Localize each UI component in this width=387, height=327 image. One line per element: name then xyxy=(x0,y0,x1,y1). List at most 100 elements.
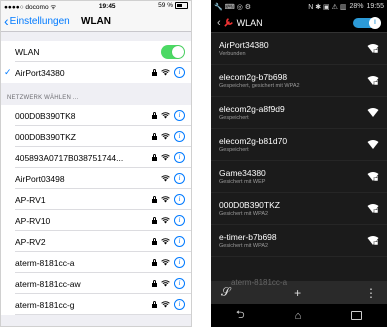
android-wifi-screen: 🔧 ⌨ ◎ ⚙ N ✱ ▣ ⚠ ▥ 28% 19:55 ‹ WLAN I Air… xyxy=(211,0,387,327)
info-icon[interactable]: i xyxy=(174,110,185,121)
lock-icon xyxy=(152,132,157,140)
notification-icons: 🔧 ⌨ ◎ ⚙ xyxy=(214,3,252,11)
network-list: AirPort34380 Verbunden elecom2g-b7b698 Gesp… xyxy=(211,33,387,257)
nav-home-icon[interactable]: ⌂ xyxy=(295,310,302,322)
battery-indicator: 59 % xyxy=(158,2,188,10)
lock-icon xyxy=(152,300,157,308)
network-name: aterm-8181cc-a xyxy=(15,257,75,268)
info-icon[interactable]: i xyxy=(174,278,185,289)
wifi-icon xyxy=(367,140,379,149)
network-row[interactable]: AP-RV2 i xyxy=(1,231,191,252)
network-name: aterm-8181cc-g xyxy=(15,299,75,310)
system-icons: N ✱ ▣ ⚠ ▥ 28% 19:55 xyxy=(308,3,384,11)
connected-network-row[interactable]: ✓ AirPort34380 i xyxy=(1,62,191,83)
wifi-icon xyxy=(161,280,170,287)
ios-navigation-bar: ‹ Einstellungen WLAN xyxy=(1,11,191,32)
page-title: WLAN xyxy=(236,17,263,28)
info-icon[interactable]: i xyxy=(174,257,185,268)
network-name: AirPort03498 xyxy=(15,173,65,184)
wifi-locked-icon xyxy=(367,204,379,214)
android-navigation-bar: ⮌ ⌂ xyxy=(211,304,387,327)
network-row[interactable]: AP-RV10 i xyxy=(1,210,191,231)
wifi-icon xyxy=(161,112,170,119)
network-row[interactable]: AirPort03498 i xyxy=(1,168,191,189)
network-item[interactable]: 000D0B390TKZ Gesichert mit WPA2 xyxy=(211,193,387,225)
network-name: 405893A0717B038751744... xyxy=(15,152,124,163)
wifi-icon xyxy=(161,238,170,245)
wifi-icon xyxy=(161,301,170,308)
network-item[interactable]: e-timer-b7b698 Gesichert mit WPA2 xyxy=(211,225,387,257)
wifi-locked-icon xyxy=(367,236,379,246)
network-list: 000D0B390TK8 i 000D0B390TKZ i 405893A0717B03… xyxy=(1,105,191,315)
back-button-label: Einstellungen xyxy=(9,15,70,27)
network-item[interactable]: Game34380 Gesichert mit WEP xyxy=(211,161,387,193)
network-item[interactable]: elecom2g-b81d70 Gespeichert xyxy=(211,129,387,161)
nav-back-icon[interactable]: ⮌ xyxy=(236,306,245,325)
network-row[interactable]: AP-RV1 i xyxy=(1,189,191,210)
page-title: WLAN xyxy=(81,15,111,27)
network-name: AP-RV2 xyxy=(15,236,46,247)
wlan-toggle-switch[interactable] xyxy=(161,44,185,59)
lock-icon xyxy=(152,237,157,245)
carrier-label: ●●●●○ docomo ᯤ xyxy=(4,3,57,11)
wifi-icon xyxy=(161,217,170,224)
info-icon[interactable]: i xyxy=(174,236,185,247)
wps-icon[interactable]: 𝒮 xyxy=(221,285,230,300)
network-status: Gespeichert xyxy=(219,115,249,121)
network-status: Gesichert mit WPA2 xyxy=(219,211,269,217)
network-name: elecom2g-b81d70 xyxy=(219,136,288,146)
back-chevron-icon[interactable]: ‹ xyxy=(217,17,221,29)
status-time: 19:55 xyxy=(366,3,384,10)
lock-icon xyxy=(152,279,157,287)
network-status: Verbunden xyxy=(219,51,246,57)
lock-icon xyxy=(152,216,157,224)
lock-icon xyxy=(152,258,157,266)
network-row[interactable]: 000D0B390TKZ i xyxy=(1,126,191,147)
network-row[interactable]: aterm-8181cc-g i xyxy=(1,294,191,315)
bottom-toolbar: aterm-8181cc-a 𝒮 + ⋮ xyxy=(211,278,387,304)
connected-network-name: AirPort34380 xyxy=(15,67,65,78)
network-name: AirPort34380 xyxy=(219,40,269,50)
network-name: 000D0B390TK8 xyxy=(15,110,76,121)
wifi-icon xyxy=(161,259,170,266)
info-icon[interactable]: i xyxy=(174,299,185,310)
battery-icon xyxy=(174,2,188,10)
toggle-knob: I xyxy=(369,16,381,29)
network-item[interactable]: elecom2g-a8f9d9 Gespeichert xyxy=(211,97,387,129)
network-name: aterm-8181cc-aw xyxy=(15,278,81,289)
nav-recents-icon[interactable] xyxy=(351,311,363,320)
lock-icon xyxy=(152,153,157,161)
info-icon[interactable]: i xyxy=(174,152,185,163)
wlan-label: WLAN xyxy=(15,46,40,57)
checkmark-icon: ✓ xyxy=(4,67,12,77)
lock-icon xyxy=(152,195,157,203)
network-row[interactable]: 000D0B390TK8 i xyxy=(1,105,191,126)
wlan-toggle-switch[interactable]: I xyxy=(353,16,381,29)
info-icon[interactable]: i xyxy=(174,215,185,226)
chevron-left-icon: ‹ xyxy=(4,13,9,29)
network-row[interactable]: aterm-8181cc-aw i xyxy=(1,273,191,294)
wifi-icon xyxy=(161,175,170,182)
info-icon[interactable]: i xyxy=(174,131,185,142)
toggle-knob xyxy=(172,45,184,58)
add-network-button[interactable]: + xyxy=(294,286,301,300)
network-item[interactable]: AirPort34380 Verbunden xyxy=(211,33,387,65)
overflow-menu-icon[interactable]: ⋮ xyxy=(365,286,377,300)
wlan-toggle-row: WLAN xyxy=(1,41,191,62)
ios-status-bar: ●●●●○ docomo ᯤ 19:45 59 % xyxy=(1,1,191,11)
network-row[interactable]: 405893A0717B038751744... i xyxy=(1,147,191,168)
network-item[interactable]: elecom2g-b7b698 Gespeichert, gesichert mi… xyxy=(211,65,387,97)
network-row[interactable]: aterm-8181cc-a i xyxy=(1,252,191,273)
network-name: e-timer-b7b698 xyxy=(219,232,277,242)
wifi-icon xyxy=(161,196,170,203)
battery-label: 59 % xyxy=(158,2,173,10)
wifi-icon xyxy=(161,154,170,161)
wifi-icon xyxy=(161,133,170,140)
wifi-icon xyxy=(161,69,170,76)
system-status-icons: N ✱ ▣ ⚠ ▥ xyxy=(308,3,347,11)
back-button[interactable]: ‹ Einstellungen xyxy=(1,13,70,29)
info-icon[interactable]: i xyxy=(174,194,185,205)
info-icon[interactable]: i xyxy=(174,67,185,78)
network-status: Gesichert mit WPA2 xyxy=(219,243,269,249)
info-icon[interactable]: i xyxy=(174,173,185,184)
